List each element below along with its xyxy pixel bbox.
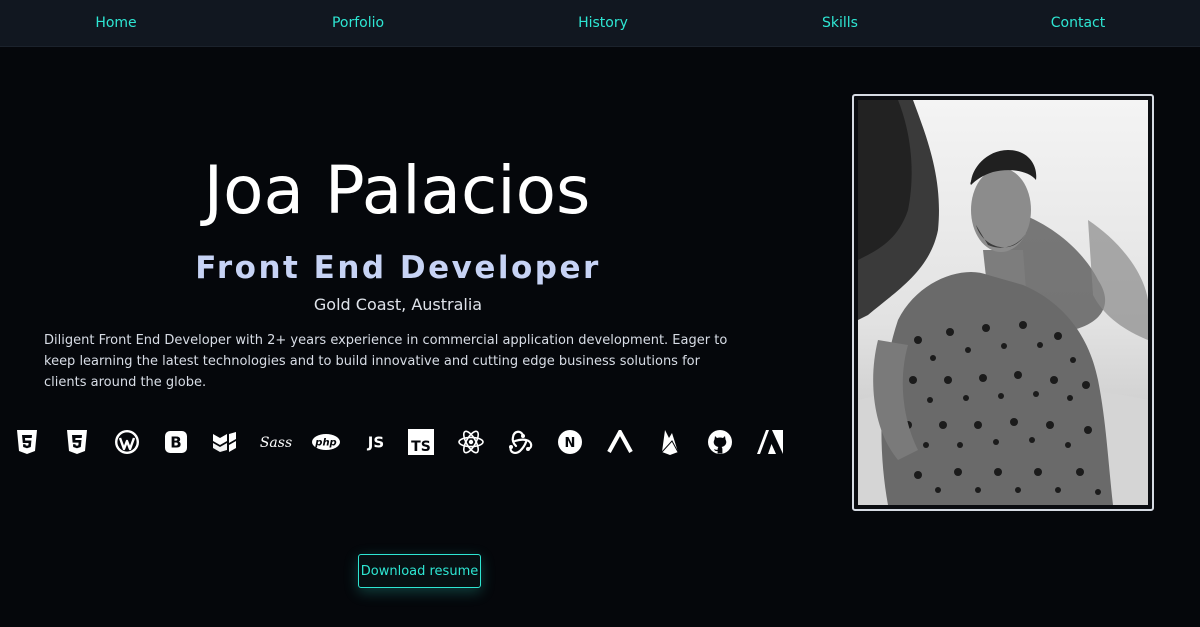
nextjs-icon: N [553, 424, 587, 460]
svg-text:N: N [565, 436, 576, 451]
firebase-icon [653, 424, 687, 460]
php-icon: php [309, 424, 343, 460]
sass-icon: Sass [259, 424, 293, 460]
svg-text:php: php [314, 438, 336, 449]
material-ui-icon [209, 424, 243, 460]
skills-icon-row: B Sass php JS TS N [0, 424, 800, 460]
bootstrap-icon: B [159, 424, 193, 460]
hero-description: Diligent Front End Developer with 2+ yea… [44, 333, 728, 390]
nav-link-portfolio[interactable]: Porfolio [332, 0, 384, 47]
redux-icon [503, 424, 537, 460]
html5-icon [10, 424, 44, 460]
download-resume-button[interactable]: Download resume [358, 554, 481, 588]
svg-text:B: B [170, 434, 181, 452]
hero-location: Gold Coast, Australia [313, 295, 483, 314]
svg-text:JS: JS [367, 434, 384, 452]
nav-link-skills[interactable]: Skills [822, 0, 858, 47]
top-navigation: Home Porfolio History Skills Contact [0, 0, 1200, 47]
vercel-icon [603, 424, 637, 460]
hero-role: Front End Developer [195, 250, 601, 286]
svg-text:TS: TS [411, 439, 431, 455]
svg-text:Sass: Sass [260, 435, 292, 451]
nav-link-contact[interactable]: Contact [1051, 0, 1105, 47]
profile-photo-frame [852, 94, 1154, 511]
react-icon [454, 424, 488, 460]
nav-link-history[interactable]: History [578, 0, 628, 47]
profile-photo [858, 100, 1148, 505]
profile-photo-illustration [858, 100, 1148, 505]
nav-link-home[interactable]: Home [95, 0, 136, 47]
typescript-icon: TS [404, 424, 438, 460]
wordpress-icon [110, 424, 144, 460]
github-icon [703, 424, 737, 460]
angular-icon [753, 424, 787, 460]
hero-name: Joa Palacios [203, 152, 591, 229]
css3-icon [60, 424, 94, 460]
javascript-icon: JS [359, 424, 393, 460]
